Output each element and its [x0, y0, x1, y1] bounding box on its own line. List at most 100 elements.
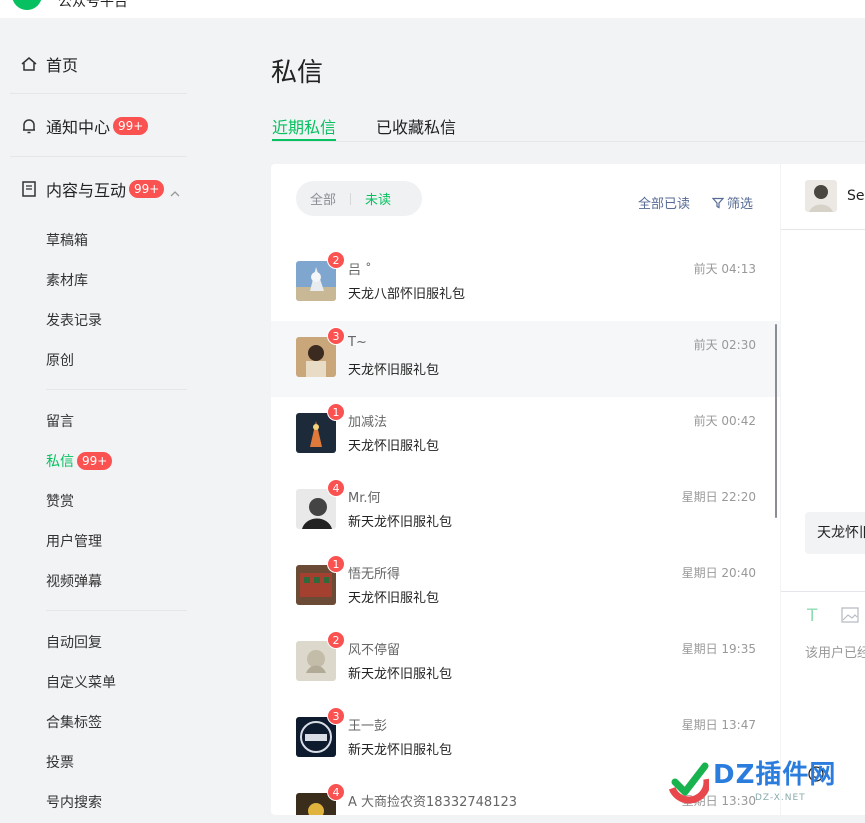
filter-button-label: 筛选 — [727, 197, 754, 212]
editor-divider — [781, 591, 865, 592]
conversation-row[interactable]: 1 加减法 前天 00:42 天龙怀旧服礼包 — [271, 397, 780, 473]
sidebar-item-rewards[interactable]: 赞赏 — [46, 491, 74, 511]
sidebar: 首页 通知中心 99+ 内容与互动 99+ 草稿箱 素材库 发表记录 原创 留言… — [0, 18, 200, 823]
nav-notifications-label: 通知中心 — [46, 118, 111, 137]
sidebar-item-publish-history[interactable]: 发表记录 — [46, 310, 102, 330]
conversation-row[interactable]: 3 T~ 前天 02:30 天龙怀旧服礼包 — [271, 321, 780, 397]
funnel-icon — [712, 197, 724, 208]
unread-count-badge: 3 — [327, 327, 345, 345]
list-scrollbar[interactable] — [775, 324, 777, 518]
sidebar-item-label: 号内搜索 — [46, 795, 102, 811]
conversation-preview: 天龙怀旧服礼包 — [348, 439, 440, 454]
sidebar-item-original[interactable]: 原创 — [46, 350, 74, 370]
watermark-logo-icon — [667, 760, 711, 804]
conversation-time: 星期日 19:35 — [681, 642, 756, 656]
conversation-name: 加减法 — [348, 415, 388, 430]
conversation-time: 前天 04:13 — [693, 262, 756, 276]
divider — [10, 156, 187, 157]
conversation-row[interactable]: 1 悟无所得 星期日 20:40 天龙怀旧服礼包 — [271, 549, 780, 625]
sidebar-item-label: 投票 — [46, 755, 74, 771]
conversation-name: Mr.何 — [348, 491, 381, 506]
unread-count-badge: 4 — [327, 783, 345, 801]
conversation-preview: 天龙怀旧服礼包 — [348, 363, 440, 378]
reply-restriction-hint: 该用户已经 — [805, 646, 865, 661]
conversation-preview: 新天龙怀旧服礼包 — [348, 515, 453, 530]
sidebar-item-label: 合集标签 — [46, 715, 102, 731]
conversation-time: 前天 02:30 — [693, 338, 756, 352]
document-icon — [20, 180, 38, 198]
sidebar-item-label: 草稿箱 — [46, 233, 88, 249]
sidebar-item-auto-reply[interactable]: 自动回复 — [46, 632, 102, 652]
chevron-up-icon[interactable] — [170, 184, 180, 197]
tab-recent-messages[interactable]: 近期私信 — [272, 114, 336, 138]
sidebar-item-label: 自定义菜单 — [46, 675, 116, 691]
filter-button[interactable]: 筛选 — [712, 193, 753, 212]
divider — [46, 610, 187, 611]
bell-icon — [20, 117, 38, 135]
nav-notifications[interactable]: 通知中心 99+ — [20, 114, 149, 138]
message-bubble: 天龙怀旧服礼包 — [805, 512, 865, 554]
unread-count-badge: 2 — [327, 251, 345, 269]
conversation-list-panel: 全部 未读 全部已读 筛选 2 吕 ˚ 前天 04:13 天龙八部怀旧服礼包 3… — [271, 164, 780, 815]
sidebar-item-label: 视频弹幕 — [46, 574, 102, 590]
conversation-time: 星期日 13:47 — [681, 718, 756, 732]
messages-badge: 99+ — [77, 452, 113, 470]
nav-home-label: 首页 — [46, 56, 79, 75]
conversation-row[interactable]: 2 吕 ˚ 前天 04:13 天龙八部怀旧服礼包 — [271, 245, 780, 321]
active-tab-indicator — [272, 139, 336, 141]
home-icon — [20, 55, 38, 73]
chat-panel: Sen 天龙怀旧服礼包 T 该用户已经 — [781, 164, 865, 815]
sidebar-item-materials[interactable]: 素材库 — [46, 270, 88, 290]
nav-content-label: 内容与互动 — [46, 181, 127, 200]
mark-all-read-button[interactable]: 全部已读 — [638, 193, 690, 212]
page-title: 私信 — [271, 58, 324, 88]
chat-avatar[interactable] — [805, 180, 837, 212]
image-tool-icon[interactable] — [841, 607, 859, 623]
sidebar-item-label: 自动回复 — [46, 635, 102, 651]
tabs-divider — [271, 141, 865, 142]
tab-starred-messages[interactable]: 已收藏私信 — [376, 114, 456, 138]
conversation-name: A 大商捡农资18332748123 — [348, 795, 518, 810]
watermark-text: DZ插件网 — [713, 760, 837, 790]
nav-content[interactable]: 内容与互动 99+ — [20, 177, 180, 201]
chat-header-divider — [781, 229, 865, 230]
sidebar-item-video-danmaku[interactable]: 视频弹幕 — [46, 571, 102, 591]
logo-text: 公众号平台 — [58, 0, 128, 10]
sidebar-item-collection-tags[interactable]: 合集标签 — [46, 712, 102, 732]
filter-unread[interactable]: 未读 — [351, 189, 405, 208]
content-badge: 99+ — [129, 180, 165, 198]
conversation-row[interactable]: 4 Mr.何 星期日 22:20 新天龙怀旧服礼包 — [271, 473, 780, 549]
sidebar-item-custom-menu[interactable]: 自定义菜单 — [46, 672, 116, 692]
unread-count-badge: 1 — [327, 403, 345, 421]
conversation-preview: 新天龙怀旧服礼包 — [348, 743, 453, 758]
sidebar-item-label: 赞赏 — [46, 494, 74, 510]
site-watermark: DZ插件网 DZ-X.NET — [665, 752, 865, 812]
sidebar-item-label: 素材库 — [46, 273, 88, 289]
sidebar-item-votes[interactable]: 投票 — [46, 752, 74, 772]
unread-count-badge: 2 — [327, 631, 345, 649]
watermark-subtext: DZ-X.NET — [755, 793, 806, 803]
text-tool-icon[interactable]: T — [807, 606, 817, 626]
conversation-time: 星期日 20:40 — [681, 566, 756, 580]
nav-home[interactable]: 首页 — [20, 52, 78, 76]
sidebar-item-user-management[interactable]: 用户管理 — [46, 531, 102, 551]
conversation-name: 风不停留 — [348, 643, 401, 658]
unread-count-badge: 1 — [327, 555, 345, 573]
sidebar-item-drafts[interactable]: 草稿箱 — [46, 230, 88, 250]
conversation-name: 悟无所得 — [348, 567, 401, 582]
sidebar-item-messages[interactable]: 私信 99+ — [46, 451, 113, 471]
sidebar-item-account-search[interactable]: 号内搜索 — [46, 792, 102, 812]
conversation-time: 前天 00:42 — [693, 414, 756, 428]
notifications-badge: 99+ — [113, 117, 149, 135]
divider — [46, 389, 187, 390]
conversation-row[interactable]: 2 风不停留 星期日 19:35 新天龙怀旧服礼包 — [271, 625, 780, 701]
sidebar-item-label: 私信 — [46, 454, 74, 470]
wechat-logo-icon[interactable] — [12, 0, 42, 10]
sidebar-item-label: 用户管理 — [46, 534, 102, 550]
sidebar-item-comments[interactable]: 留言 — [46, 411, 74, 431]
filter-all[interactable]: 全部 — [296, 189, 350, 208]
conversation-time: 星期日 22:20 — [681, 490, 756, 504]
filter-segmented-control: 全部 未读 — [296, 181, 422, 216]
chat-contact-name: Sen — [847, 188, 865, 204]
conversation-preview: 天龙怀旧服礼包 — [348, 591, 440, 606]
